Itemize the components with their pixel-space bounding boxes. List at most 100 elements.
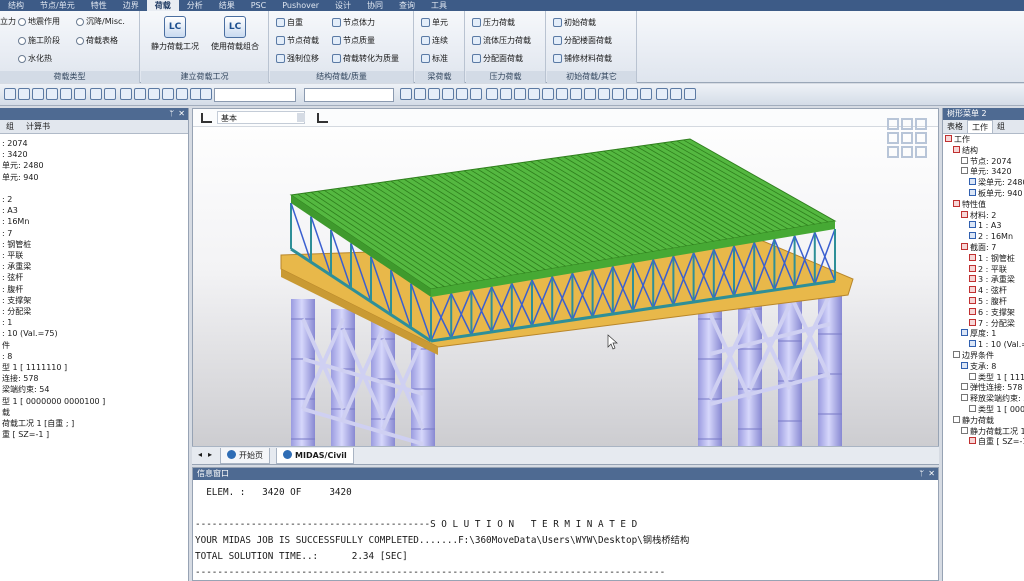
tab-midas-civil[interactable]: MIDAS/Civil xyxy=(276,448,354,464)
toolbar-tool-icon[interactable] xyxy=(556,88,568,100)
toolbar-tool-icon[interactable] xyxy=(612,88,624,100)
menu-tab[interactable]: 分析 xyxy=(179,0,211,11)
toolbar-tool-icon[interactable] xyxy=(428,88,440,100)
model-view[interactable]: 基本 xyxy=(192,108,939,465)
tree-node[interactable]: 弹性连接: 578 xyxy=(943,383,1024,394)
toolbar-tool-icon[interactable] xyxy=(32,88,44,100)
toolbar-tool-icon[interactable] xyxy=(74,88,86,100)
tree-tab[interactable]: 工作 xyxy=(967,120,993,133)
tree-node[interactable]: 4 : 弦杆 xyxy=(943,286,1024,297)
beam-continuous-button[interactable]: 连续 xyxy=(421,35,448,46)
tree-node[interactable]: 特性值 xyxy=(943,199,1024,211)
selection-mode-select[interactable] xyxy=(304,88,394,102)
tree-node[interactable]: 静力荷载 xyxy=(943,415,1024,427)
close-icon[interactable]: ✕ xyxy=(178,108,185,120)
pressure-load-button[interactable]: 压力荷载 xyxy=(472,17,515,28)
toolbar-tool-icon[interactable] xyxy=(162,88,174,100)
toolbar-tool-icon[interactable] xyxy=(570,88,582,100)
toolbar-tool-icon[interactable] xyxy=(46,88,58,100)
toolbar-tool-icon[interactable] xyxy=(60,88,72,100)
tree-tab[interactable]: 组 xyxy=(993,120,1009,133)
menu-tab[interactable]: 设计 xyxy=(327,0,359,11)
tree-node[interactable]: 3 : 承重梁 xyxy=(943,275,1024,286)
tree-node[interactable]: 2 : 16Mn xyxy=(943,232,1024,243)
tree-node[interactable]: 7 : 分配梁 xyxy=(943,318,1024,330)
nodal-mass-button[interactable]: 节点质量 xyxy=(332,35,375,46)
self-weight-button[interactable]: 自重 xyxy=(276,17,303,28)
toolbar-tool-icon[interactable] xyxy=(120,88,132,100)
construction-stage-radio[interactable]: 施工阶段 xyxy=(18,35,60,46)
toolbar-tool-icon[interactable] xyxy=(200,88,212,100)
menu-tab[interactable]: 特性 xyxy=(83,0,115,11)
toolbar-tool-icon[interactable] xyxy=(90,88,102,100)
tree-node[interactable]: 截面: 7 xyxy=(943,242,1024,254)
toolbar-tool-icon[interactable] xyxy=(400,88,412,100)
tree-node[interactable]: 结构 xyxy=(943,145,1024,157)
tree-node[interactable]: 释放梁端约束: 54 xyxy=(943,394,1024,405)
tree-node[interactable]: 静力荷载工况 1 [自重 ; ] xyxy=(943,426,1024,438)
tab-calc-book[interactable]: 计算书 xyxy=(20,122,56,131)
toolbar-tool-icon[interactable] xyxy=(104,88,116,100)
pin-icon[interactable]: ᛘ xyxy=(169,108,174,120)
displacement-button[interactable]: 强制位移 xyxy=(276,53,319,64)
tree-node[interactable]: 1 : 钢管桩 xyxy=(943,253,1024,265)
toolbar-tool-icon[interactable] xyxy=(626,88,638,100)
selection-filter-select[interactable] xyxy=(214,88,296,102)
toolbar-tool-icon[interactable] xyxy=(456,88,468,100)
beam-standard-button[interactable]: 标准 xyxy=(421,53,448,64)
tree-tab[interactable]: 表格 xyxy=(943,120,967,133)
initial-load-button[interactable]: 初始荷载 xyxy=(553,17,596,28)
static-load-case-button[interactable]: LC 静力荷载工况 xyxy=(145,16,205,52)
toolbar-tool-icon[interactable] xyxy=(684,88,696,100)
tree-node[interactable]: 1 : 10 (Val.=75) xyxy=(943,340,1024,351)
toolbar-tool-icon[interactable] xyxy=(442,88,454,100)
toolbar-tool-icon[interactable] xyxy=(670,88,682,100)
toolbar-tool-icon[interactable] xyxy=(134,88,146,100)
load-table-radio[interactable]: 荷载表格 xyxy=(76,35,118,46)
menu-tab[interactable]: 荷载 xyxy=(146,0,179,11)
toolbar-tool-icon[interactable] xyxy=(470,88,482,100)
load-combination-button[interactable]: LC 使用荷载组合 xyxy=(203,16,267,52)
toolbar-tool-icon[interactable] xyxy=(656,88,668,100)
toolbar-tool-icon[interactable] xyxy=(500,88,512,100)
tree-node[interactable]: 厚度: 1 xyxy=(943,329,1024,340)
tree-node[interactable]: 梁单元: 2480 xyxy=(943,178,1024,189)
settlement-radio[interactable]: 沉降/Misc. xyxy=(76,16,125,27)
toolbar-tool-icon[interactable] xyxy=(176,88,188,100)
tree-node[interactable]: 节点: 2074 xyxy=(943,156,1024,168)
toolbar-tool-icon[interactable] xyxy=(584,88,596,100)
tree-node[interactable]: 板单元: 940 xyxy=(943,188,1024,200)
finishing-load-button[interactable]: 铺修材料荷载 xyxy=(553,53,612,64)
tree-node[interactable]: 类型 1 [ 0000000 0000100 ] xyxy=(943,404,1024,416)
fluid-pressure-button[interactable]: 流体压力荷载 xyxy=(472,35,531,46)
toolbar-tool-icon[interactable] xyxy=(4,88,16,100)
tab-group[interactable]: 组 xyxy=(0,122,20,131)
toolbar-tool-icon[interactable] xyxy=(414,88,426,100)
menu-tab[interactable]: 结构 xyxy=(0,0,32,11)
tree-node[interactable]: 材料: 2 xyxy=(943,210,1024,222)
tree-node[interactable]: 5 : 腹杆 xyxy=(943,296,1024,308)
menu-tab[interactable]: Pushover xyxy=(274,0,327,11)
menu-tab[interactable]: PSC xyxy=(243,0,275,11)
floor-load-button[interactable]: 分配楼面荷载 xyxy=(553,35,612,46)
toolbar-tool-icon[interactable] xyxy=(148,88,160,100)
area-load-button[interactable]: 分配面荷载 xyxy=(472,53,523,64)
nodal-load-button[interactable]: 节点荷载 xyxy=(276,35,319,46)
toolbar-tool-icon[interactable] xyxy=(18,88,30,100)
load-to-mass-button[interactable]: 荷载转化为质量 xyxy=(332,53,399,64)
close-icon[interactable]: ✕ xyxy=(928,468,935,480)
menu-tab[interactable]: 节点/单元 xyxy=(32,0,83,11)
hydration-heat-radio[interactable]: 水化热 xyxy=(18,53,52,64)
tree-node[interactable]: 6 : 支撑架 xyxy=(943,307,1024,319)
toolbar-tool-icon[interactable] xyxy=(542,88,554,100)
tree-node[interactable]: 工作 xyxy=(943,135,1024,146)
menu-tab[interactable]: 协同 xyxy=(359,0,391,11)
tree-node[interactable]: 2 : 平联 xyxy=(943,264,1024,276)
nodal-body-force-button[interactable]: 节点体力 xyxy=(332,17,375,28)
menu-tab[interactable]: 工具 xyxy=(423,0,455,11)
menu-tab[interactable]: 查询 xyxy=(391,0,423,11)
menu-tab[interactable]: 结果 xyxy=(211,0,243,11)
toolbar-tool-icon[interactable] xyxy=(528,88,540,100)
scroll-left-icon[interactable]: ◂ xyxy=(198,450,202,459)
tree-node[interactable]: 支承: 8 xyxy=(943,361,1024,373)
